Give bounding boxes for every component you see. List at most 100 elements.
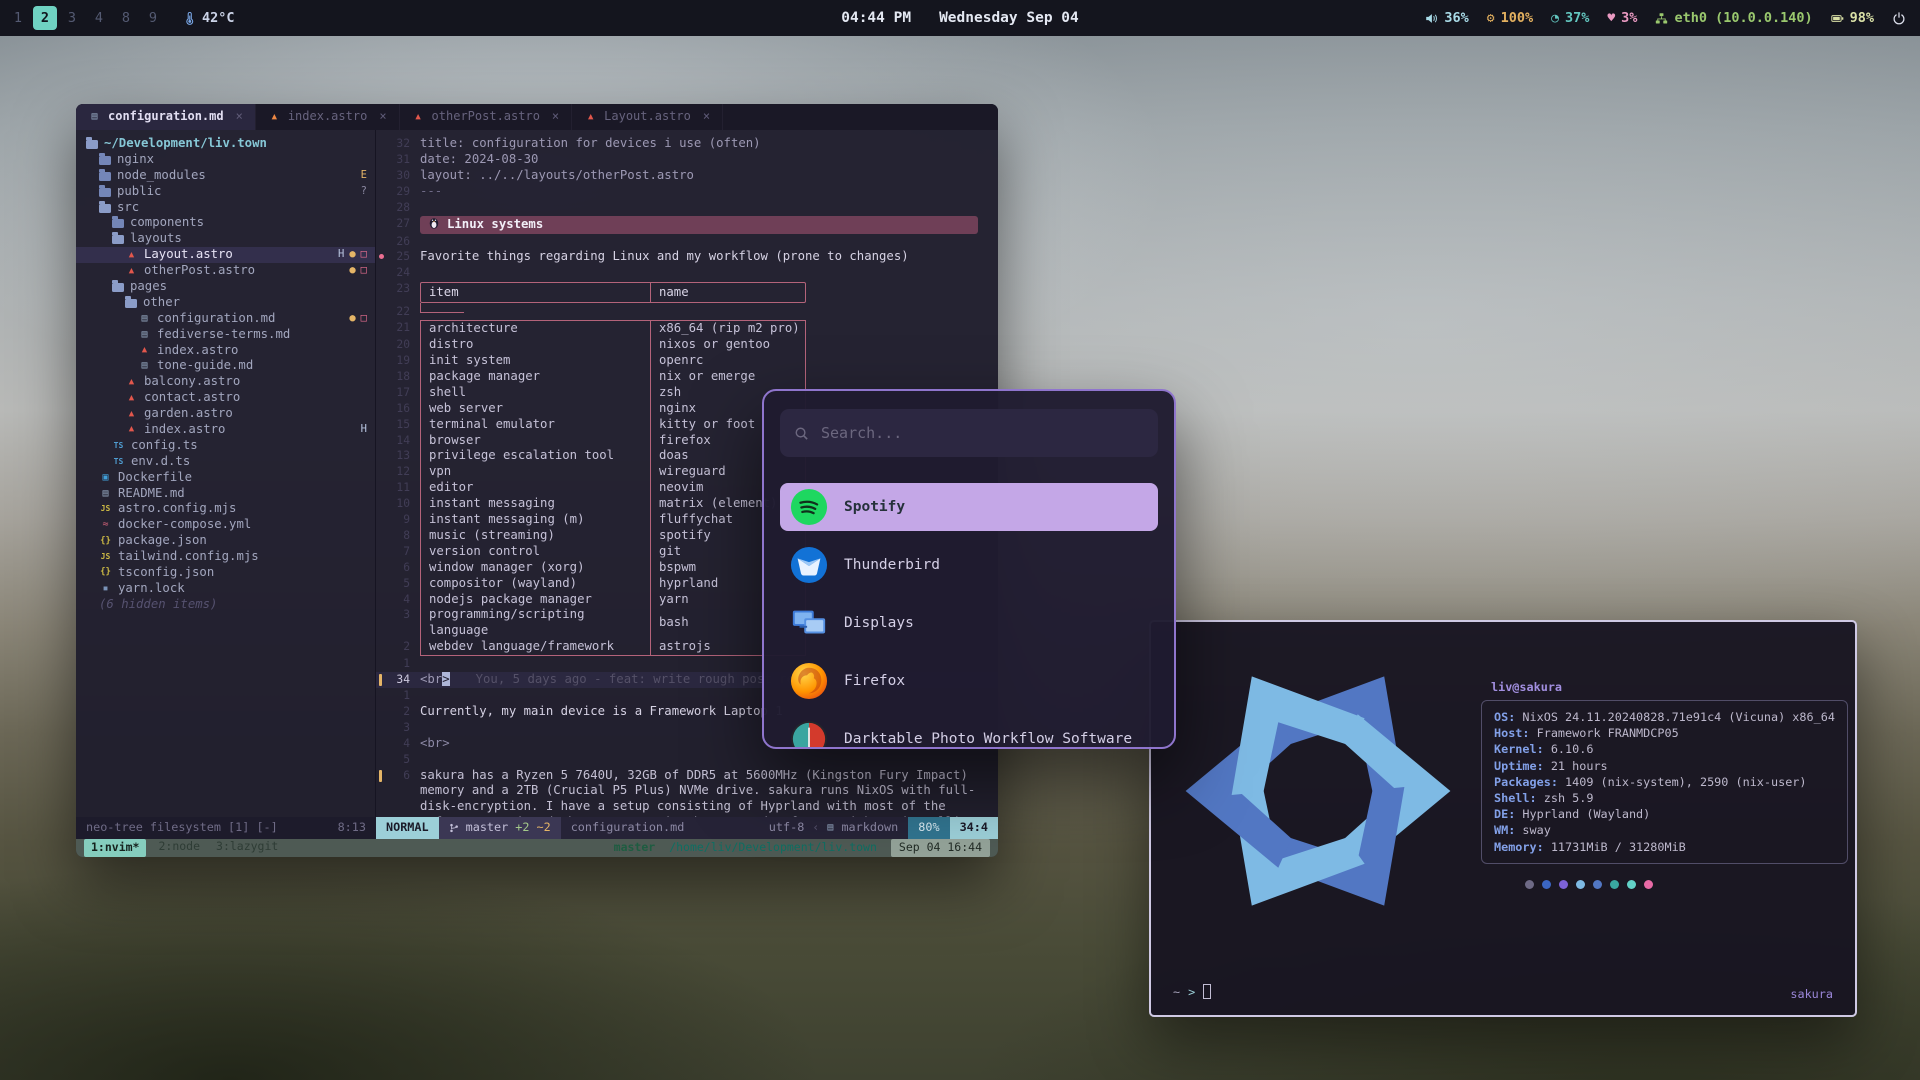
tree-item-astro.config.mjs[interactable]: JSastro.config.mjs xyxy=(76,501,375,517)
module-network[interactable]: eth0 (10.0.0.140) xyxy=(1655,10,1812,26)
tree-item-layouts[interactable]: layouts xyxy=(76,231,375,247)
workspace-1[interactable]: 1 xyxy=(6,6,30,30)
tree-item-Dockerfile[interactable]: ▣Dockerfile xyxy=(76,470,375,486)
tree-item-components[interactable]: components xyxy=(76,215,375,231)
line-number: 20 xyxy=(386,337,420,353)
launcher-item-Thunderbird[interactable]: Thunderbird xyxy=(780,541,1158,589)
tab-Layout.astro[interactable]: ▲Layout.astro× xyxy=(572,104,723,130)
tree-item-nginx[interactable]: nginx xyxy=(76,152,375,168)
line-number: 30 xyxy=(386,168,420,184)
launcher-item-Spotify[interactable]: Spotify xyxy=(780,483,1158,531)
tree-item-tsconfig.json[interactable]: {}tsconfig.json xyxy=(76,565,375,581)
workspace-2[interactable]: 2 xyxy=(33,6,57,30)
fastfetch-entry: Shell: zsh 5.9 xyxy=(1494,790,1835,806)
line-number: 29 xyxy=(386,184,420,200)
power-button[interactable] xyxy=(1892,11,1906,25)
buffer-line: 28 xyxy=(376,200,998,216)
tab-index.astro[interactable]: ▲index.astro× xyxy=(256,104,400,130)
palette-dot xyxy=(1559,880,1568,889)
tree-item-garden.astro[interactable]: ▲garden.astro xyxy=(76,406,375,422)
git-blame: You, 5 days ago - feat: write rough post… xyxy=(476,672,794,686)
tree-item-pages[interactable]: pages xyxy=(76,279,375,295)
buffer-line: 18package managernix or emerge xyxy=(376,369,998,385)
tree-item-Layout.astro[interactable]: ▲Layout.astroH●□ xyxy=(76,247,375,263)
workspace-3[interactable]: 3 xyxy=(60,6,84,30)
tree-item-index.astro[interactable]: ▲index.astro xyxy=(76,343,375,359)
tree-item-balcony.astro[interactable]: ▲balcony.astro xyxy=(76,374,375,390)
speaker-icon xyxy=(1425,12,1438,25)
tree-root[interactable]: ~/Development/liv.town xyxy=(76,136,375,152)
file-tree-rows: ~/Development/liv.townnginxnode_modulesE… xyxy=(76,136,375,613)
tree-item-yarn.lock[interactable]: ▪yarn.lock xyxy=(76,581,375,597)
tree-item-tone-guide.md[interactable]: ▤tone-guide.md xyxy=(76,358,375,374)
line-number: 6 xyxy=(386,768,420,784)
hostname-badge: sakura xyxy=(1790,987,1833,1001)
close-icon[interactable]: × xyxy=(236,109,243,125)
line-text: distronixos or gentoo xyxy=(420,337,998,353)
launcher-item-Displays[interactable]: Displays xyxy=(780,599,1158,647)
launcher-item-Firefox[interactable]: Firefox xyxy=(780,657,1158,705)
tmux-window-3:lazygit[interactable]: 3:lazygit xyxy=(212,839,282,857)
scroll-percent: 80% xyxy=(908,817,949,839)
astro-file-icon: ▲ xyxy=(412,113,425,122)
folder-icon xyxy=(99,188,111,197)
table-row: terminal emulatorkitty or foot xyxy=(420,417,806,433)
clock-date: Wednesday Sep 04 xyxy=(939,10,1079,26)
ts-icon: TS xyxy=(112,442,125,450)
tree-item-other[interactable]: other xyxy=(76,295,375,311)
close-icon[interactable]: × xyxy=(379,109,386,125)
line-text: architecturex86_64 (rip m2 pro) xyxy=(420,320,998,337)
tree-item-public[interactable]: public? xyxy=(76,184,375,200)
tree-item-package.json[interactable]: {}package.json xyxy=(76,533,375,549)
module-cpu[interactable]: ♥3% xyxy=(1607,10,1637,26)
search-input[interactable] xyxy=(819,423,1144,443)
line-number: 8 xyxy=(386,528,420,544)
tmux-window-1:nvim*[interactable]: 1:nvim* xyxy=(84,839,146,857)
tree-item-src[interactable]: src xyxy=(76,200,375,216)
line-number: 7 xyxy=(386,544,420,560)
module-disk[interactable]: ◔37% xyxy=(1551,10,1589,26)
line-text: date: 2024-08-30 xyxy=(420,152,998,168)
line-number: 16 xyxy=(386,401,420,417)
tab-otherPost.astro[interactable]: ▲otherPost.astro× xyxy=(400,104,573,130)
close-icon[interactable]: × xyxy=(703,109,710,125)
tmux-window-2:node[interactable]: 2:node xyxy=(154,839,204,857)
line-text: title: configuration for devices i use (… xyxy=(420,136,998,152)
tree-item-(6 hidden items)[interactable]: (6 hidden items) xyxy=(76,597,375,613)
gutter-sign xyxy=(376,672,386,686)
table-row: package managernix or emerge xyxy=(420,369,806,385)
git-status-badges: ? xyxy=(361,184,375,200)
tree-item-otherPost.astro[interactable]: ▲otherPost.astro●□ xyxy=(76,263,375,279)
tree-item-fediverse-terms.md[interactable]: ▤fediverse-terms.md xyxy=(76,327,375,343)
launcher-item-Darktable Photo Workflow Software[interactable]: Darktable Photo Workflow Software xyxy=(780,715,1158,749)
tab-configuration.md[interactable]: ▤configuration.md× xyxy=(76,104,256,130)
line-number: 6 xyxy=(386,560,420,576)
tree-item-contact.astro[interactable]: ▲contact.astro xyxy=(76,390,375,406)
gauge-icon: ◔ xyxy=(1551,12,1559,25)
table-delimiter xyxy=(420,303,464,313)
tree-item-index.astro[interactable]: ▲index.astroH xyxy=(76,422,375,438)
tree-item-docker-compose.yml[interactable]: ≈docker-compose.yml xyxy=(76,517,375,533)
workspace-9[interactable]: 9 xyxy=(141,6,165,30)
module-volume[interactable]: 36% xyxy=(1425,10,1468,26)
vim-cursor: > xyxy=(442,672,449,686)
tree-item-tailwind.config.mjs[interactable]: JStailwind.config.mjs xyxy=(76,549,375,565)
tmux-path: /home/liv/Development/liv.town xyxy=(669,840,877,856)
folder-open-icon xyxy=(112,235,124,244)
line-text: package managernix or emerge xyxy=(420,369,998,385)
tree-item-node_modules[interactable]: node_modulesE xyxy=(76,168,375,184)
terminal-window[interactable]: liv@sakura OS: NixOS 24.11.20240828.71e9… xyxy=(1149,620,1857,1017)
workspace-4[interactable]: 4 xyxy=(87,6,111,30)
tree-item-env.d.ts[interactable]: TSenv.d.ts xyxy=(76,454,375,470)
close-icon[interactable]: × xyxy=(552,109,559,125)
buffer-line: 5 xyxy=(376,752,998,768)
module-battery[interactable]: 98% xyxy=(1831,10,1874,26)
table-row: browserfirefox xyxy=(420,433,806,449)
tree-item-configuration.md[interactable]: ▤configuration.md●□ xyxy=(76,311,375,327)
fastfetch-title: liv@sakura xyxy=(1491,680,1848,694)
workspace-8[interactable]: 8 xyxy=(114,6,138,30)
tree-item-README.md[interactable]: ▤README.md xyxy=(76,486,375,502)
tree-item-config.ts[interactable]: TSconfig.ts xyxy=(76,438,375,454)
separator-icon: ‹ xyxy=(812,820,819,836)
module-brightness[interactable]: ⚙100% xyxy=(1487,10,1533,26)
